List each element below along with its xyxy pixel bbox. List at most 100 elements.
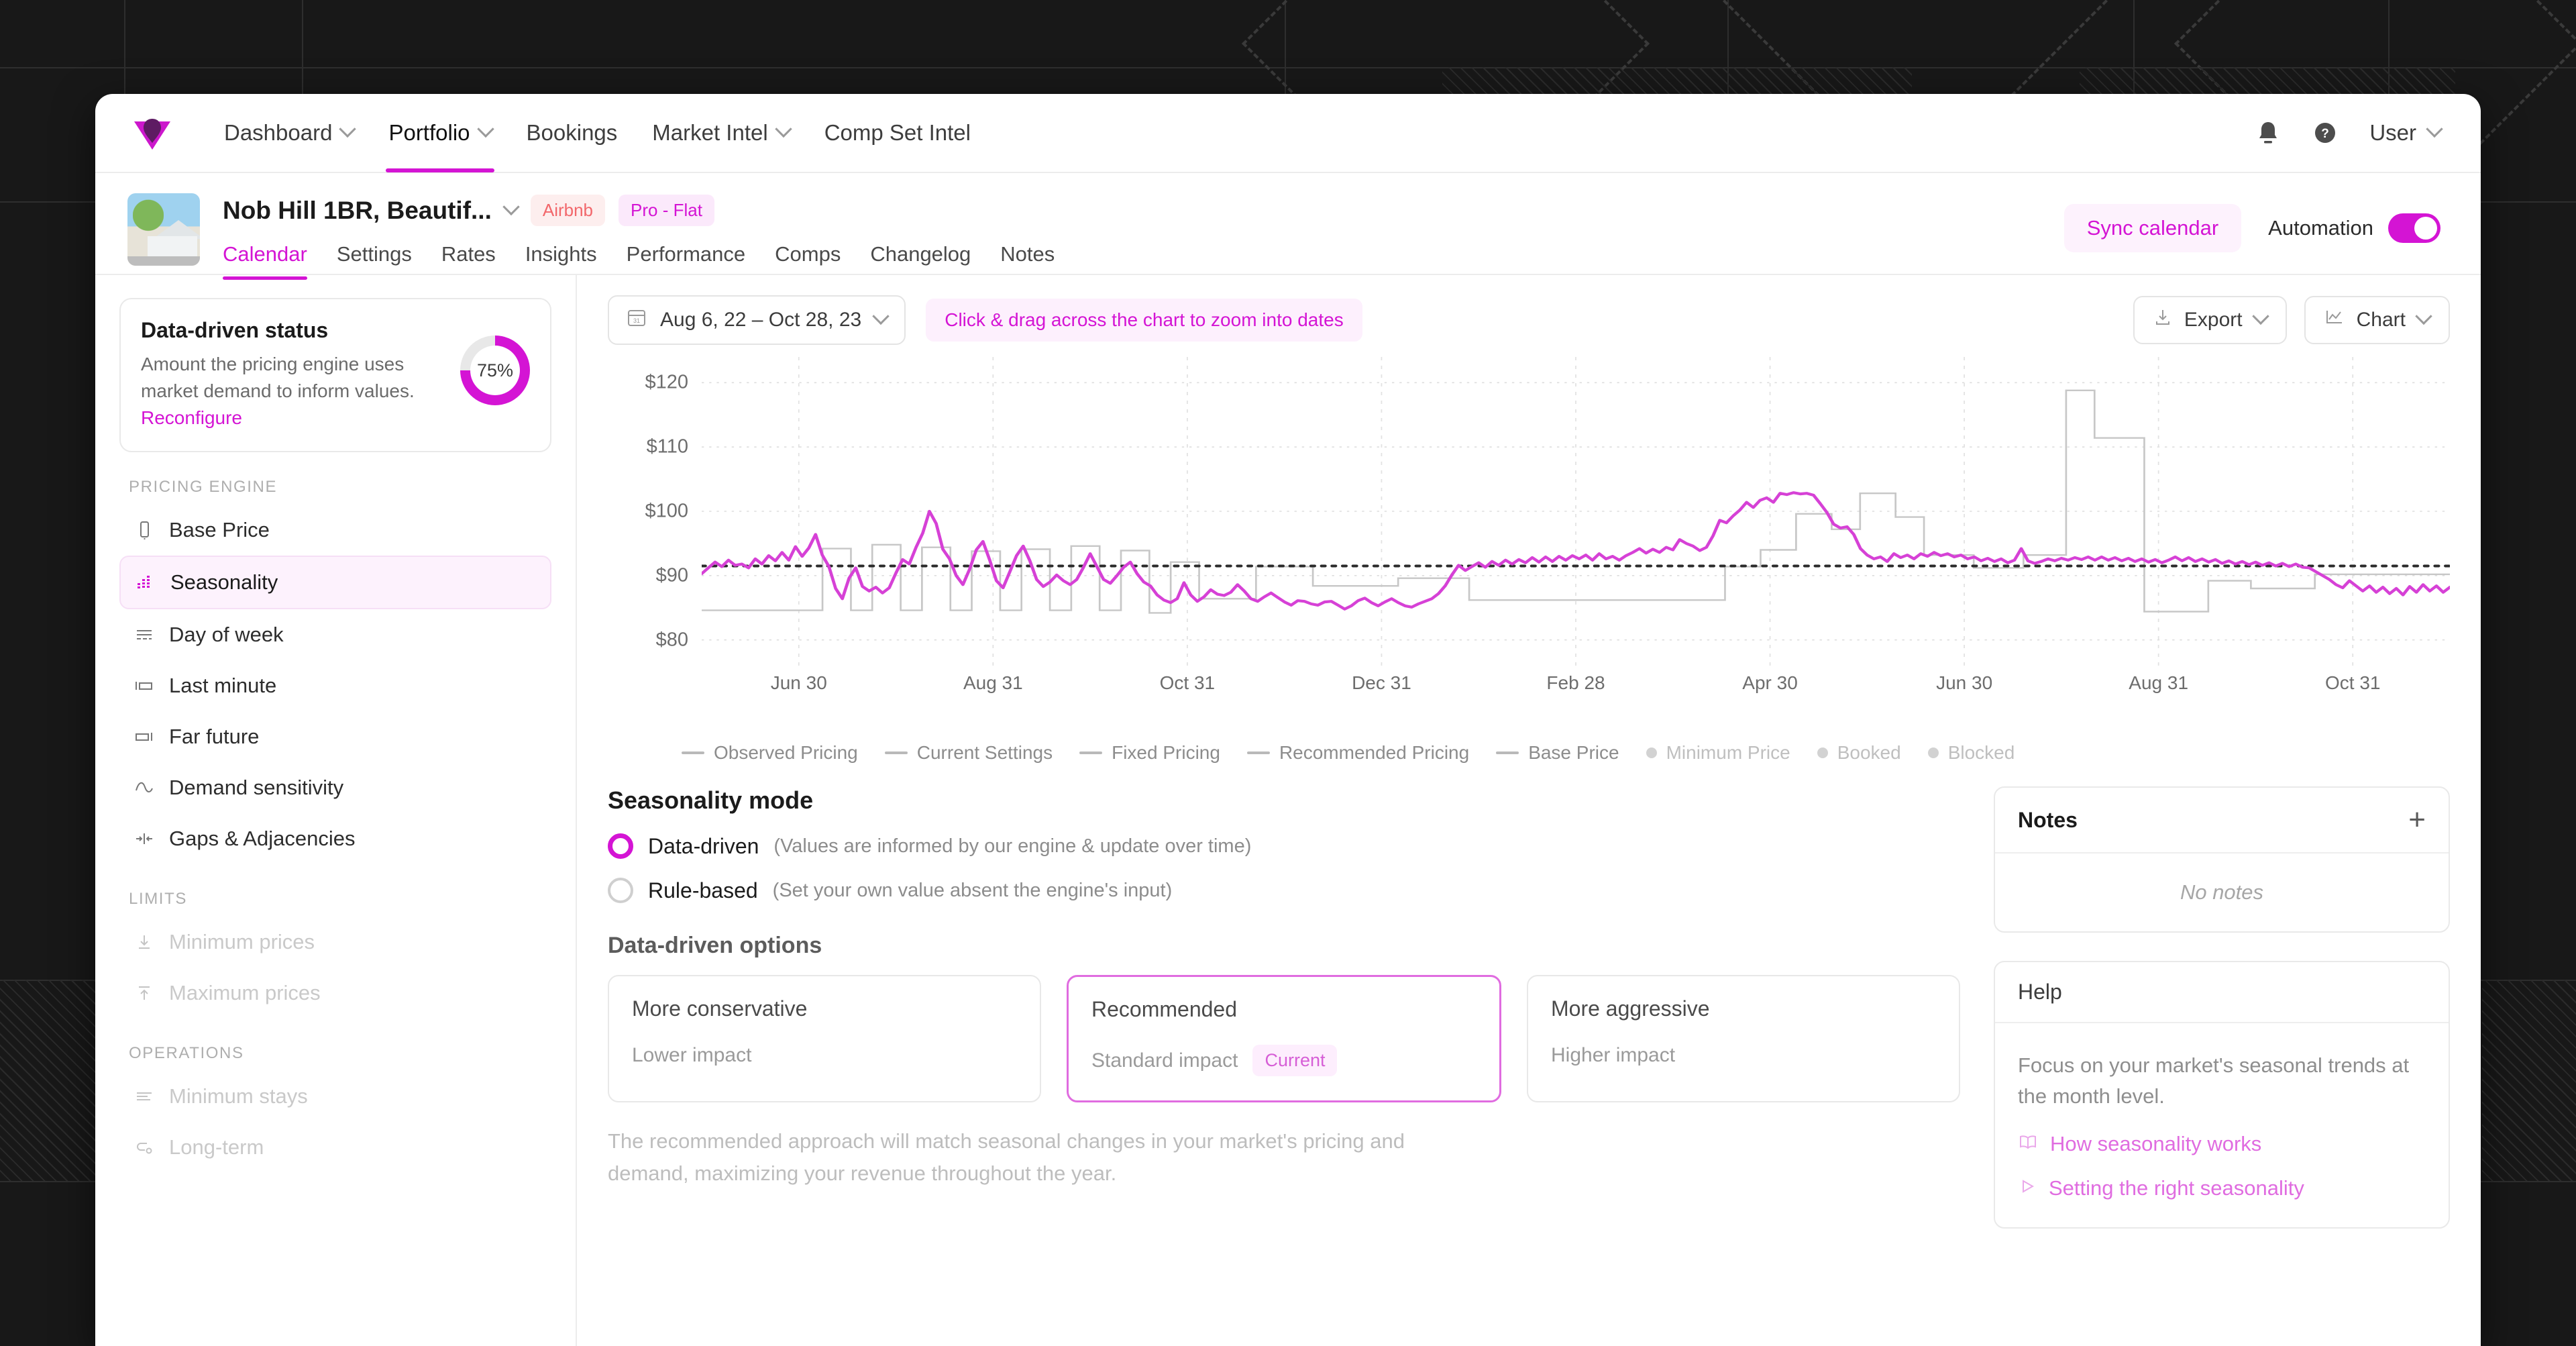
- option-title: More aggressive: [1551, 996, 1710, 1021]
- automation-label: Automation: [2268, 216, 2373, 240]
- sidebar-item-label: Seasonality: [170, 570, 278, 594]
- tab-settings[interactable]: Settings: [322, 236, 427, 280]
- automation-toggle[interactable]: [2388, 213, 2440, 243]
- sidebar-item-seasonality[interactable]: Seasonality: [119, 556, 551, 610]
- legend-item-fixed-pricing[interactable]: Fixed Pricing: [1079, 742, 1220, 764]
- help-link-setting-the-right-seasonality[interactable]: Setting the right seasonality: [2018, 1176, 2426, 1200]
- export-button[interactable]: Export: [2133, 296, 2287, 344]
- svg-text:31: 31: [633, 317, 640, 324]
- tab-changelog[interactable]: Changelog: [855, 236, 985, 280]
- nav-item-portfolio[interactable]: Portfolio: [371, 94, 508, 172]
- chevron-down-icon[interactable]: [502, 198, 520, 215]
- option-card-recommended[interactable]: Recommended Standard impact Current: [1067, 975, 1501, 1102]
- nav-item-dashboard[interactable]: Dashboard: [207, 94, 371, 172]
- legend-item-base-price[interactable]: Base Price: [1496, 742, 1619, 764]
- tab-insights[interactable]: Insights: [511, 236, 612, 280]
- y-axis-tick-label: $90: [655, 564, 688, 586]
- help-panel-text: Focus on your market's seasonal trends a…: [2018, 1053, 2410, 1108]
- chevron-down-icon: [339, 120, 357, 138]
- sidebar-item-demand-sensitivity[interactable]: Demand sensitivity: [119, 762, 551, 813]
- option-subtitle: Higher impact: [1551, 1044, 1676, 1066]
- wave-icon: [134, 778, 154, 798]
- pricing-sidebar: Data-driven status Amount the pricing en…: [95, 275, 577, 1346]
- x-axis-tick-label: Apr 30: [1742, 672, 1798, 693]
- radio-button[interactable]: [608, 833, 633, 859]
- sidebar-item-label: Maximum prices: [169, 981, 321, 1005]
- chart-type-label: Chart: [2356, 309, 2406, 331]
- badge-plan: Pro - Flat: [619, 195, 714, 226]
- date-range-picker[interactable]: 31 Aug 6, 22 – Oct 28, 23: [608, 295, 906, 345]
- legend-item-booked[interactable]: Booked: [1817, 742, 1901, 764]
- legend-item-recommended-pricing[interactable]: Recommended Pricing: [1246, 742, 1469, 764]
- chart-plot-area[interactable]: [700, 357, 2452, 666]
- property-title: Nob Hill 1BR, Beautif...: [223, 196, 492, 224]
- mode-help: (Values are informed by our engine & upd…: [773, 835, 1252, 857]
- mode-option-rule-based[interactable]: Rule-based (Set your own value absent th…: [608, 878, 1960, 903]
- notes-empty-state: No notes: [2180, 880, 2264, 904]
- arrow-down-line-icon: [134, 932, 154, 952]
- sidebar-item-label: Far future: [169, 725, 260, 749]
- nav-item-bookings[interactable]: Bookings: [509, 94, 635, 172]
- sidebar-item-label: Base Price: [169, 518, 270, 542]
- mode-label: Rule-based: [648, 878, 758, 902]
- sidebar-item-day-of-week[interactable]: Day of week: [119, 609, 551, 660]
- option-card-more-conservative[interactable]: More conservative Lower impact: [608, 975, 1041, 1102]
- option-subtitle: Lower impact: [632, 1044, 752, 1066]
- legend-item-current-settings[interactable]: Current Settings: [884, 742, 1053, 764]
- nav-item-market-intel[interactable]: Market Intel: [635, 94, 806, 172]
- tab-calendar[interactable]: Calendar: [223, 236, 322, 280]
- legend-dot-marker: [1927, 747, 1939, 758]
- user-menu[interactable]: User: [2369, 120, 2443, 146]
- global-navbar: Dashboard Portfolio Bookings Market Inte…: [95, 94, 2481, 173]
- sidebar-item-base-price[interactable]: Base Price: [119, 505, 551, 556]
- sidebar-item-label: Demand sensitivity: [169, 776, 344, 800]
- nav-item-comp-set-intel[interactable]: Comp Set Intel: [807, 94, 988, 172]
- x-axis-tick-label: Oct 31: [1159, 672, 1216, 693]
- chevron-down-icon: [2426, 120, 2443, 138]
- legend-item-observed-pricing[interactable]: Observed Pricing: [682, 742, 858, 764]
- legend-label: Observed Pricing: [714, 742, 858, 763]
- chart-type-button[interactable]: Chart: [2304, 296, 2450, 344]
- nav-label: Portfolio: [388, 120, 470, 145]
- sidebar-item-maximum-prices[interactable]: Maximum prices: [119, 968, 551, 1019]
- automation-control: Automation: [2268, 213, 2440, 243]
- status-card-description: Amount the pricing engine uses market de…: [141, 351, 449, 431]
- sidebar-item-minimum-stays[interactable]: Minimum stays: [119, 1071, 551, 1122]
- sidebar-item-far-future[interactable]: Far future: [119, 711, 551, 762]
- plus-icon[interactable]: +: [2408, 805, 2426, 835]
- nav-label: Comp Set Intel: [824, 120, 971, 145]
- tab-comps[interactable]: Comps: [760, 236, 855, 280]
- property-thumbnail[interactable]: [127, 193, 200, 266]
- reconfigure-link[interactable]: Reconfigure: [141, 407, 242, 428]
- pricing-chart[interactable]: $120 $110 $100 $90 $80 Jun 30 Aug 31 Oct 31 Dec…: [608, 357, 2452, 764]
- sidebar-item-label: Day of week: [169, 623, 284, 647]
- radio-button[interactable]: [608, 878, 633, 903]
- option-card-more-aggressive[interactable]: More aggressive Higher impact: [1527, 975, 1960, 1102]
- navbar-actions: ? User: [2255, 119, 2443, 146]
- help-circle-icon[interactable]: ?: [2312, 119, 2339, 146]
- legend-label: Blocked: [1947, 742, 2015, 763]
- sidebar-item-gaps-adjacencies[interactable]: Gaps & Adjacencies: [119, 813, 551, 864]
- help-panel-title: Help: [2018, 980, 2062, 1004]
- tab-notes[interactable]: Notes: [985, 236, 1069, 280]
- sidebar-item-long-term[interactable]: Long-term: [119, 1122, 551, 1173]
- sidebar-group-pricing-engine-label: PRICING ENGINE: [129, 478, 278, 497]
- mode-option-data-driven[interactable]: Data-driven (Values are informed by our …: [608, 833, 1960, 859]
- sidebar-group-operations-label: OPERATIONS: [129, 1044, 244, 1063]
- wheelhouse-logo-icon[interactable]: [127, 108, 177, 158]
- legend-item-minimum-price[interactable]: Minimum Price: [1646, 742, 1790, 764]
- bell-icon[interactable]: [2255, 119, 2281, 146]
- sidebar-item-last-minute[interactable]: Last minute: [119, 660, 551, 711]
- help-link-how-seasonality-works[interactable]: How seasonality works: [2018, 1132, 2426, 1156]
- lines-icon: [134, 1086, 154, 1106]
- legend-item-blocked[interactable]: Blocked: [1927, 742, 2015, 764]
- data-driven-options: More conservative Lower impact Recommend…: [608, 975, 1960, 1102]
- tab-performance[interactable]: Performance: [612, 236, 760, 280]
- x-axis-tick-label: Jun 30: [1936, 672, 1993, 693]
- arrows-in-icon: [134, 829, 154, 849]
- sync-calendar-button[interactable]: Sync calendar: [2063, 204, 2242, 252]
- tab-rates[interactable]: Rates: [427, 236, 511, 280]
- sidebar-item-label: Minimum prices: [169, 930, 315, 954]
- sidebar-item-minimum-prices[interactable]: Minimum prices: [119, 917, 551, 968]
- data-driven-status-card: Data-driven status Amount the pricing en…: [119, 298, 551, 453]
